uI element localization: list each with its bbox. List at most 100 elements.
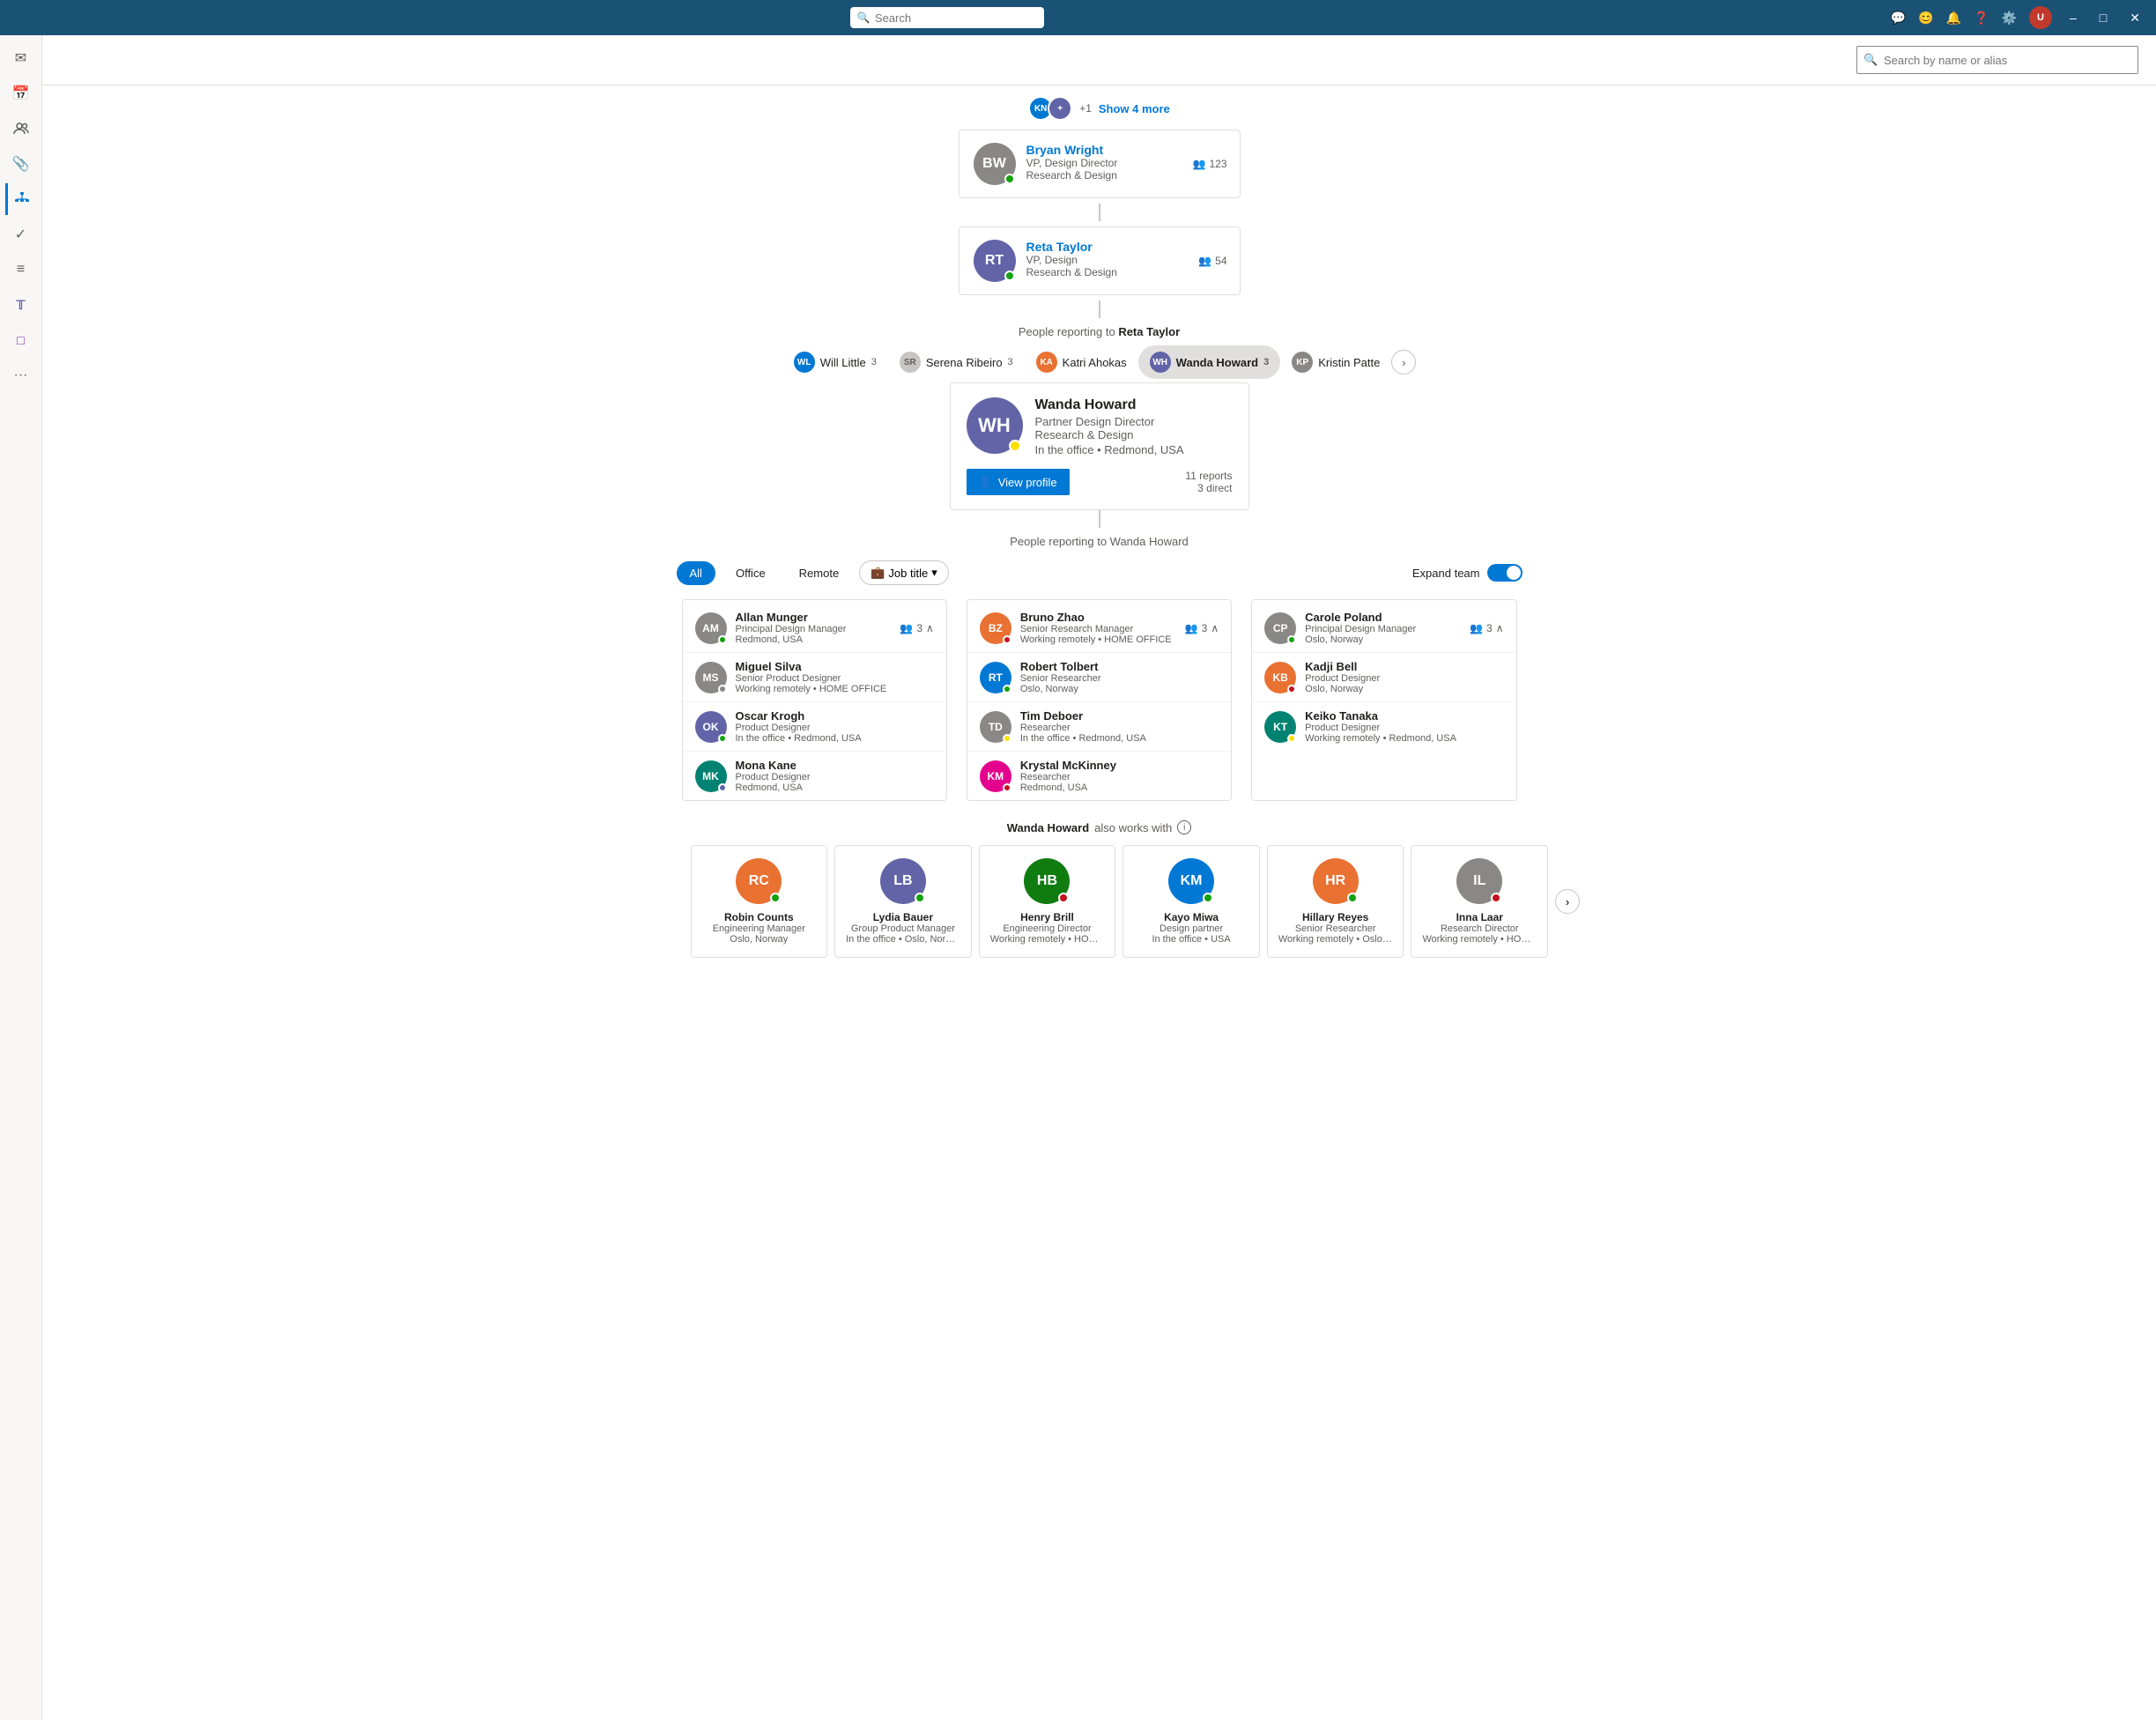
- bruno-status: [1003, 635, 1011, 644]
- coworker-inna[interactable]: IL Inna Laar Research Director Working r…: [1411, 845, 1548, 958]
- sidebar-icon-onenote[interactable]: □: [5, 324, 37, 356]
- tab-katri-ahokas[interactable]: KA Katri Ahokas: [1025, 345, 1138, 379]
- view-profile-button[interactable]: 👤 View profile: [967, 469, 1070, 495]
- wanda-location: In the office • Redmond, USA: [1035, 443, 1233, 456]
- coworkers-row: RC Robin Counts Engineering Manager Oslo…: [691, 845, 1549, 958]
- bryan-avatar: BW: [974, 143, 1016, 185]
- emoji-icon[interactable]: 😊: [1918, 11, 1933, 26]
- kadji-name[interactable]: Kadji Bell: [1305, 660, 1380, 673]
- tim-status: [1003, 734, 1011, 743]
- keiko-name[interactable]: Keiko Tanaka: [1305, 709, 1456, 723]
- top-search-area: 🔍: [42, 35, 2156, 85]
- user-avatar[interactable]: U: [2029, 6, 2052, 29]
- sidebar-icon-calendar[interactable]: 📅: [5, 78, 37, 109]
- bell-icon[interactable]: 🔔: [1946, 11, 1961, 26]
- henry-name: Henry Brill: [1020, 911, 1074, 923]
- krystal-name[interactable]: Krystal McKinney: [1020, 759, 1116, 772]
- carole-expand-button[interactable]: ∧: [1496, 622, 1504, 634]
- settings-icon[interactable]: ⚙️: [2002, 11, 2017, 26]
- robert-location: Oslo, Norway: [1020, 684, 1101, 694]
- kayo-title: Design partner: [1159, 923, 1223, 934]
- coworker-hillary[interactable]: HR Hillary Reyes Senior Researcher Worki…: [1267, 845, 1404, 958]
- allan-expand-button[interactable]: ∧: [926, 622, 934, 634]
- titlebar: 🔍 💬 😊 🔔 ❓ ⚙️ U – □ ✕: [0, 0, 2156, 35]
- reta-status: [1004, 271, 1015, 281]
- maximize-button[interactable]: □: [2094, 9, 2112, 26]
- tab-serena-ribeiro[interactable]: SR Serena Ribeiro 3: [888, 345, 1025, 379]
- titlebar-icons: 💬 😊 🔔 ❓ ⚙️ U – □ ✕: [1891, 6, 2145, 29]
- mona-status: [718, 783, 727, 792]
- coworker-henry[interactable]: HB Henry Brill Engineering Director Work…: [979, 845, 1116, 958]
- mona-location: Redmond, USA: [736, 782, 811, 793]
- bruno-expand-button[interactable]: ∧: [1211, 622, 1219, 634]
- keiko-info: Keiko Tanaka Product Designer Working re…: [1305, 709, 1456, 744]
- bryan-name[interactable]: Bryan Wright: [1026, 143, 1226, 157]
- sidebar-icon-attach[interactable]: 📎: [5, 148, 37, 180]
- help-icon[interactable]: ❓: [1974, 11, 1989, 26]
- search-input[interactable]: [1856, 46, 2138, 74]
- allan-location: Redmond, USA: [736, 634, 892, 645]
- carole-name[interactable]: Carole Poland: [1305, 611, 1461, 624]
- oscar-name[interactable]: Oscar Krogh: [736, 709, 862, 723]
- keiko-status: [1287, 734, 1296, 743]
- tab-serena-name: Serena Ribeiro: [926, 356, 1003, 369]
- miguel-info: Miguel Silva Senior Product Designer Wor…: [736, 660, 887, 694]
- sidebar-icon-list[interactable]: ≡: [5, 254, 37, 285]
- coworker-robin[interactable]: RC Robin Counts Engineering Manager Oslo…: [691, 845, 828, 958]
- lydia-location: In the office • Oslo, Norway: [846, 934, 960, 945]
- miguel-name[interactable]: Miguel Silva: [736, 660, 887, 673]
- close-button[interactable]: ✕: [2124, 9, 2145, 27]
- sidebar-icon-people[interactable]: [5, 113, 37, 145]
- bryan-status: [1004, 174, 1015, 184]
- people-icon-3: 👥: [900, 622, 913, 634]
- coworker-lydia[interactable]: LB Lydia Bauer Group Product Manager In …: [834, 845, 972, 958]
- filter-office-button[interactable]: Office: [722, 561, 779, 585]
- sidebar-icon-check[interactable]: ✓: [5, 219, 37, 250]
- expand-team-label: Expand team: [1412, 567, 1480, 580]
- filter-remote-button[interactable]: Remote: [786, 561, 853, 585]
- tab-will-little[interactable]: WL Will Little 3: [782, 345, 888, 379]
- tabs-next-button[interactable]: ›: [1391, 350, 1416, 374]
- tim-name[interactable]: Tim Deboer: [1020, 709, 1146, 723]
- filter-job-title-dropdown[interactable]: 💼 Job title ▾: [859, 560, 949, 585]
- krystal-row: KM Krystal McKinney Researcher Redmond, …: [967, 752, 1231, 800]
- titlebar-search-input[interactable]: [850, 7, 1044, 28]
- robin-status: [770, 893, 781, 903]
- bruno-info: Bruno Zhao Senior Research Manager Worki…: [1020, 611, 1176, 645]
- expand-team-switch[interactable]: [1487, 564, 1523, 582]
- chat-icon[interactable]: 💬: [1891, 11, 1906, 26]
- filter-all-button[interactable]: All: [677, 561, 715, 585]
- sidebar-icon-teams[interactable]: 𝕋: [5, 289, 37, 321]
- tab-kristin-patte[interactable]: KP Kristin Patte: [1280, 345, 1391, 379]
- filter-bar: All Office Remote 💼 Job title ▾ Expand t…: [677, 552, 1523, 594]
- coworkers-container: RC Robin Counts Engineering Manager Oslo…: [691, 845, 1508, 958]
- coworkers-next-button[interactable]: ›: [1555, 889, 1580, 914]
- sidebar-icon-org[interactable]: [5, 183, 37, 215]
- kadji-title: Product Designer: [1305, 673, 1380, 684]
- oscar-info: Oscar Krogh Product Designer In the offi…: [736, 709, 862, 744]
- sidebar-icon-more[interactable]: ···: [5, 360, 37, 391]
- allan-name[interactable]: Allan Munger: [736, 611, 892, 624]
- robert-name[interactable]: Robert Tolbert: [1020, 660, 1101, 673]
- minimize-button[interactable]: –: [2064, 9, 2082, 26]
- info-icon[interactable]: i: [1177, 820, 1191, 834]
- wanda-name[interactable]: Wanda Howard: [1035, 397, 1233, 413]
- mona-avatar: MK: [695, 760, 727, 792]
- show-more-button[interactable]: Show 4 more: [1099, 102, 1170, 115]
- miguel-row: MS Miguel Silva Senior Product Designer …: [683, 653, 946, 702]
- reta-name[interactable]: Reta Taylor: [1026, 240, 1226, 254]
- sidebar: ✉ 📅 📎 ✓ ≡ 𝕋 □ ···: [0, 35, 42, 1720]
- also-works-title: Wanda Howard also works with i: [691, 820, 1508, 834]
- sidebar-icon-mail[interactable]: ✉: [5, 42, 37, 74]
- coworker-kayo[interactable]: KM Kayo Miwa Design partner In the offic…: [1122, 845, 1260, 958]
- reta-dept: Research & Design: [1026, 266, 1226, 278]
- view-profile-label: View profile: [998, 476, 1057, 489]
- keiko-title: Product Designer: [1305, 723, 1456, 733]
- hillary-name: Hillary Reyes: [1302, 911, 1368, 923]
- reta-info: Reta Taylor VP, Design Research & Design: [1026, 240, 1226, 278]
- bruno-name[interactable]: Bruno Zhao: [1020, 611, 1176, 624]
- tab-wanda-howard[interactable]: WH Wanda Howard 3: [1138, 345, 1281, 379]
- krystal-location: Redmond, USA: [1020, 782, 1116, 793]
- connector-1: [1099, 204, 1100, 221]
- mona-name[interactable]: Mona Kane: [736, 759, 811, 772]
